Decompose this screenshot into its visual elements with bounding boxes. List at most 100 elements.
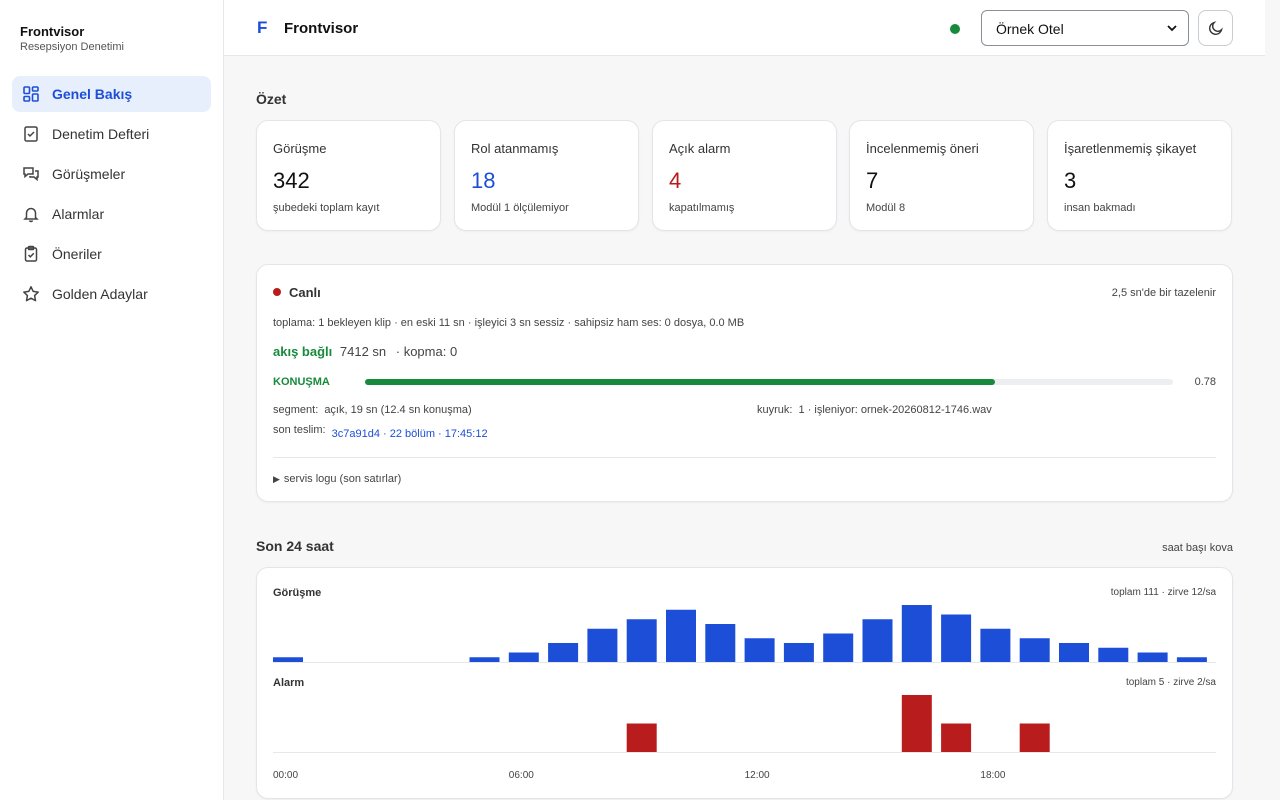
gorusme-bar-16 (901, 605, 932, 662)
checklist-icon (22, 125, 40, 143)
summary-title: Özet (256, 91, 287, 107)
connection-status-dot (950, 24, 960, 34)
sidebar-item-label: Golden Adaylar (52, 286, 148, 302)
bucket-note: saat başı kova (1162, 542, 1233, 554)
hourly-bar-chart: 00:00 06:00 12:00 18:00 (273, 605, 1216, 781)
sidebar-item-alarmlar[interactable]: Alarmlar (12, 196, 211, 232)
flow-time: 7412 sn (339, 344, 387, 359)
stat-sub: Modül 1 ölçülemiyor (471, 202, 569, 214)
delivery-value[interactable]: 3c7a91d4 · 22 bölüm · 17:45:12 (332, 428, 488, 440)
alarm-bar-19 (1019, 723, 1050, 752)
gorusme-bar-05 (469, 657, 500, 662)
stat-value: 18 (471, 168, 496, 193)
stat-card-gorusme[interactable]: Görüşme 342 şubedeki toplam kayıt (256, 120, 441, 231)
logo-icon: F (257, 18, 268, 37)
sidebar-item-label: Öneriler (52, 246, 102, 262)
service-log-label: servis logu (son satırlar) (283, 473, 402, 485)
gorusme-bar-21 (1098, 647, 1129, 662)
hotel-select[interactable]: Örnek Otel (981, 10, 1189, 46)
theme-toggle-button[interactable] (1198, 10, 1233, 46)
alarm-bar-09 (626, 723, 657, 752)
stat-sub: Modül 8 (866, 202, 906, 214)
gorusme-bar-17 (941, 614, 972, 662)
app-title: Frontvisor (284, 20, 359, 37)
gorusme-bar-20 (1059, 643, 1089, 662)
stat-sub: insan bakmadı (1064, 202, 1136, 214)
state-value: 0.78 (1194, 376, 1216, 388)
collect-status: toplama: 1 bekleyen klip · en eski 11 sn… (273, 317, 745, 329)
gorusme-bar-23 (1176, 657, 1207, 662)
queue-label: kuyruk: (757, 404, 793, 416)
sidebar-item-denetim-defteri[interactable]: Denetim Defteri (12, 116, 211, 152)
service-log-toggle[interactable]: ▶ servis logu (son satırlar) (273, 473, 401, 485)
stat-value: 3 (1064, 168, 1077, 193)
hotel-select-value: Örnek Otel (996, 21, 1064, 37)
divider (273, 457, 1216, 458)
stat-card-incelenmemis-oneri[interactable]: İncelenmemiş öneri 7 Modül 8 (849, 120, 1034, 231)
stat-label: Görüşme (273, 141, 327, 156)
grid-icon (22, 85, 40, 103)
segment-label: segment: (273, 404, 319, 416)
x-tick-label: 06:00 (509, 770, 534, 781)
gorusme-bar-09 (626, 619, 657, 662)
live-indicator-dot (273, 288, 281, 296)
gorusme-bar-13 (783, 643, 814, 662)
live-card: Canlı 2,5 sn'de bir tazelenir toplama: 1… (256, 264, 1233, 502)
sidebar-item-golden-adaylar[interactable]: Golden Adaylar (12, 276, 211, 312)
sidebar-item-label: Alarmlar (52, 206, 105, 222)
alarm-bar-16 (901, 695, 932, 752)
gorusme-bar-14 (823, 633, 854, 662)
stat-value: 342 (273, 168, 310, 193)
alarm-bar-17 (941, 723, 972, 752)
stat-card-acik-alarm[interactable]: Açık alarm 4 kapatılmamış (652, 120, 837, 231)
sidebar-item-gorusmeler[interactable]: Görüşmeler (12, 156, 211, 192)
gorusme-bar-12 (744, 638, 775, 662)
chat-icon (22, 165, 40, 183)
last24-title: Son 24 saat (256, 538, 334, 554)
sidebar-item-label: Genel Bakış (52, 86, 133, 102)
live-title: Canlı (289, 285, 321, 300)
gorusme-bar-08 (587, 628, 618, 662)
stat-card-isaretlenmemis-sikayet[interactable]: İşaretlenmemiş şikayet 3 insan bakmadı (1047, 120, 1232, 231)
sidebar: Frontvisor Resepsiyon Denetimi Genel Bak… (0, 0, 224, 800)
stat-value: 4 (669, 168, 682, 193)
stat-sub: kapatılmamış (669, 202, 735, 214)
chevron-down-icon (1167, 25, 1177, 32)
state-label: KONUŞMA (273, 376, 330, 388)
stat-label: İşaretlenmemiş şikayet (1064, 141, 1197, 156)
sidebar-subtitle: Resepsiyon Denetimi (20, 41, 124, 53)
star-icon (22, 285, 40, 303)
hourly-chart-card: Görüşme toplam 111 · zirve 12/sa Alarm t… (256, 567, 1233, 799)
stat-value: 7 (866, 168, 879, 193)
triangle-right-icon: ▶ (273, 474, 280, 484)
stat-card-rol-atanmamis[interactable]: Rol atanmamış 18 Modül 1 ölçülemiyor (454, 120, 639, 231)
sidebar-item-genel-bakis[interactable]: Genel Bakış (12, 76, 211, 112)
sidebar-item-label: Denetim Defteri (52, 126, 150, 142)
stat-label: Rol atanmamış (471, 141, 559, 156)
gorusme-bar-06 (508, 652, 539, 662)
x-tick-label: 18:00 (980, 770, 1005, 781)
flow-drop: · kopma: 0 (395, 344, 458, 359)
top-bar: F Frontvisor Örnek Otel (224, 0, 1265, 56)
refresh-note: 2,5 sn'de bir tazelenir (1111, 287, 1216, 299)
segment-value: açık, 19 sn (12.4 sn konuşma) (324, 404, 472, 416)
queue-value: 1 · işleniyor: ornek-20260812-1746.wav (798, 404, 992, 416)
gorusme-bar-07 (548, 643, 579, 662)
speech-level-fill (365, 379, 996, 385)
gorusme-bar-19 (1019, 638, 1050, 662)
sidebar-nav: Genel Bakış Denetim Defteri Görüşmeler A… (12, 76, 211, 316)
gorusme-bar-18 (980, 628, 1011, 662)
bell-icon (22, 205, 40, 223)
gorusme-bar-22 (1137, 652, 1168, 662)
clipboard-icon (22, 245, 40, 263)
moon-icon (1208, 21, 1223, 36)
delivery-label: son teslim: (273, 424, 326, 436)
sidebar-item-label: Görüşmeler (52, 166, 126, 182)
x-tick-label: 12:00 (745, 770, 770, 781)
speech-level-bar (365, 379, 1173, 385)
sidebar-item-oneriler[interactable]: Öneriler (12, 236, 211, 272)
stat-label: İncelenmemiş öneri (866, 141, 979, 156)
gorusme-bar-11 (705, 624, 736, 662)
sidebar-brand: Frontvisor (20, 24, 85, 39)
gorusme-bar-00 (273, 657, 303, 662)
